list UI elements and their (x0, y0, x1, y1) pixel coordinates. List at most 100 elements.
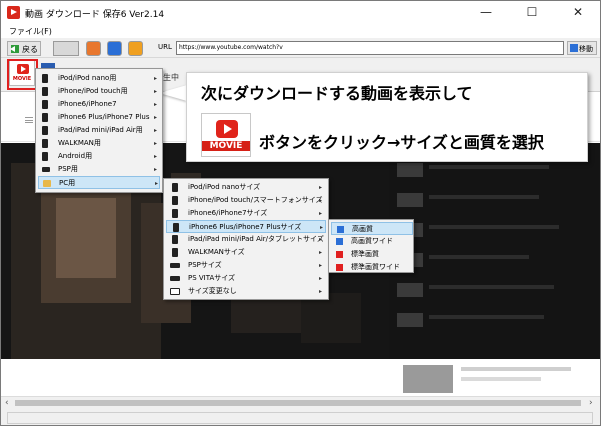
menu-item-android[interactable]: Android用 ▸ (38, 150, 160, 163)
title-bar: 動画 ダウンロード 保存6 Ver2.14 — ☐ ✕ (1, 1, 600, 25)
submenu-arrow-icon: ▸ (155, 180, 159, 187)
menu-item-ipod[interactable]: iPod/iPod nano用 ▸ (38, 72, 160, 85)
menu-item-standard-quality[interactable]: 標準画質 (331, 248, 413, 261)
menu-item-label: PSP用 (58, 165, 78, 173)
menu-item-tablet-size[interactable]: iPad/iPad mini/iPad Air/タブレットサイズ ▸ (166, 233, 326, 246)
menu-item-smartphone-size[interactable]: iPhone/iPod touch/スマートフォンサイズ ▸ (166, 194, 326, 207)
menu-item-no-resize[interactable]: サイズ変更なし ▸ (166, 285, 326, 298)
related-title-line (429, 315, 544, 319)
menu-item-walkman-size[interactable]: WALKMANサイズ ▸ (166, 246, 326, 259)
menu-item-ipod-size[interactable]: iPod/iPod nanoサイズ ▸ (166, 181, 326, 194)
menu-item-label: WALKMAN用 (58, 139, 101, 147)
submenu-arrow-icon: ▸ (154, 140, 158, 147)
iphone-icon (173, 223, 179, 232)
submenu-arrow-icon: ▸ (319, 275, 323, 282)
iphone-icon (42, 113, 48, 122)
status-panel (7, 412, 593, 424)
menu-item-ipad[interactable]: iPad/iPad mini/iPad Air用 ▸ (38, 124, 160, 137)
status-bar (1, 409, 600, 425)
menu-item-label: PC用 (59, 179, 76, 187)
related-title-line (429, 165, 549, 169)
related-title-line (429, 285, 554, 289)
folder-icon (43, 180, 51, 187)
menu-item-label: iPod/iPod nano用 (58, 74, 117, 82)
movie-button-highlight (7, 59, 38, 90)
related-thumbnail[interactable] (397, 313, 423, 327)
url-input[interactable]: https://www.youtube.com/watch?v (176, 41, 564, 55)
android-icon (42, 152, 48, 161)
related-thumbnail[interactable] (397, 163, 423, 177)
device-menu: iPod/iPod nano用 ▸ iPhone/iPod touch用 ▸ iPh… (35, 68, 163, 193)
submenu-arrow-icon: ▸ (154, 127, 158, 134)
menu-item-standard-quality-wide[interactable]: 標準画質ワイド (331, 261, 413, 274)
horizontal-scrollbar[interactable]: ‹ › (1, 396, 600, 409)
iphone-icon (42, 100, 48, 109)
menu-item-psvita-size[interactable]: PS VITAサイズ ▸ (166, 272, 326, 285)
menu-item-psp-size[interactable]: PSPサイズ ▸ (166, 259, 326, 272)
related-title-line (461, 367, 571, 371)
submenu-arrow-icon: ▸ (319, 249, 323, 256)
menu-item-iphone6-plus[interactable]: iPhone6 Plus/iPhone7 Plus ▸ (38, 111, 160, 124)
related-thumbnail[interactable] (397, 193, 423, 207)
menu-item-label: PSPサイズ (188, 261, 222, 269)
standard-quality-icon (336, 251, 343, 258)
close-button[interactable]: ✕ (556, 1, 600, 25)
menu-item-psp[interactable]: PSP用 ▸ (38, 163, 160, 176)
menu-item-label: iPhone6/iPhone7 (58, 100, 117, 108)
ipod-icon (42, 74, 48, 83)
forward-icon[interactable] (53, 41, 79, 56)
minimize-button[interactable]: — (464, 1, 508, 25)
menu-item-iphone6-plus-size[interactable]: iPhone6 Plus/iPhone7 Plusサイズ ▸ (166, 220, 326, 233)
related-thumbnail[interactable] (397, 283, 423, 297)
back-button[interactable]: 戻る (7, 41, 41, 56)
scrollbar-thumb[interactable] (15, 400, 581, 406)
menu-item-high-quality[interactable]: 高画質 (331, 222, 413, 235)
menu-item-label: iPhone6 Plus/iPhone7 Plus (58, 113, 150, 121)
callout-movie-label: MOVIE (202, 141, 250, 151)
menu-item-label: 標準画質 (351, 250, 379, 258)
high-quality-icon (336, 238, 343, 245)
related-videos[interactable] (389, 143, 600, 359)
scroll-left-icon[interactable]: ‹ (5, 398, 9, 408)
submenu-arrow-icon: ▸ (154, 88, 158, 95)
submenu-arrow-icon: ▸ (319, 197, 323, 204)
callout-pointer (159, 85, 187, 101)
walkman-icon (42, 139, 48, 148)
menu-item-label: iPhone/iPod touch用 (58, 87, 128, 95)
menu-icon[interactable] (25, 117, 33, 123)
callout-text-line2: ボタンをクリック→サイズと画質を選択 (259, 133, 544, 152)
submenu-arrow-icon: ▸ (154, 75, 158, 82)
back-button-label: 戻る (22, 45, 38, 54)
go-icon (570, 44, 578, 52)
iphone-icon (172, 209, 178, 218)
psp-icon (42, 167, 50, 172)
iphone-icon (42, 87, 48, 96)
maximize-button[interactable]: ☐ (510, 1, 554, 25)
menu-item-iphone[interactable]: iPhone/iPod touch用 ▸ (38, 85, 160, 98)
related-title-line (429, 255, 529, 259)
menu-item-label: iPad/iPad mini/iPad Air用 (58, 126, 143, 134)
stop-icon[interactable] (86, 41, 101, 56)
window-title: 動画 ダウンロード 保存6 Ver2.14 (25, 10, 165, 20)
scroll-right-icon[interactable]: › (589, 398, 593, 408)
related-title-line (429, 195, 539, 199)
instruction-callout: 次にダウンロードする動画を表示して MOVIE ボタンをクリック→サイズと画質を… (186, 72, 588, 162)
refresh-icon[interactable] (107, 41, 122, 56)
related-title-line (461, 377, 541, 381)
menu-file[interactable]: ファイル(F) (9, 26, 52, 37)
url-label: URL (158, 43, 172, 51)
menu-item-label: WALKMANサイズ (188, 248, 245, 256)
submenu-arrow-icon: ▸ (319, 210, 323, 217)
menu-item-label: iPad/iPad mini/iPad Air/タブレットサイズ (188, 235, 324, 243)
callout-movie-icon: MOVIE (201, 113, 251, 157)
menu-item-walkman[interactable]: WALKMAN用 ▸ (38, 137, 160, 150)
menu-item-iphone6-size[interactable]: iPhone6/iPhone7サイズ ▸ (166, 207, 326, 220)
menu-item-iphone6[interactable]: iPhone6/iPhone7 ▸ (38, 98, 160, 111)
go-button[interactable]: 移動 (567, 41, 597, 55)
home-icon[interactable] (128, 41, 143, 56)
menu-item-high-quality-wide[interactable]: 高画質ワイド (331, 235, 413, 248)
related-thumbnail[interactable] (403, 365, 453, 393)
submenu-arrow-icon: ▸ (319, 236, 323, 243)
menu-item-pc[interactable]: PC用 ▸ (38, 176, 160, 189)
menu-item-label: iPod/iPod nanoサイズ (188, 183, 261, 191)
